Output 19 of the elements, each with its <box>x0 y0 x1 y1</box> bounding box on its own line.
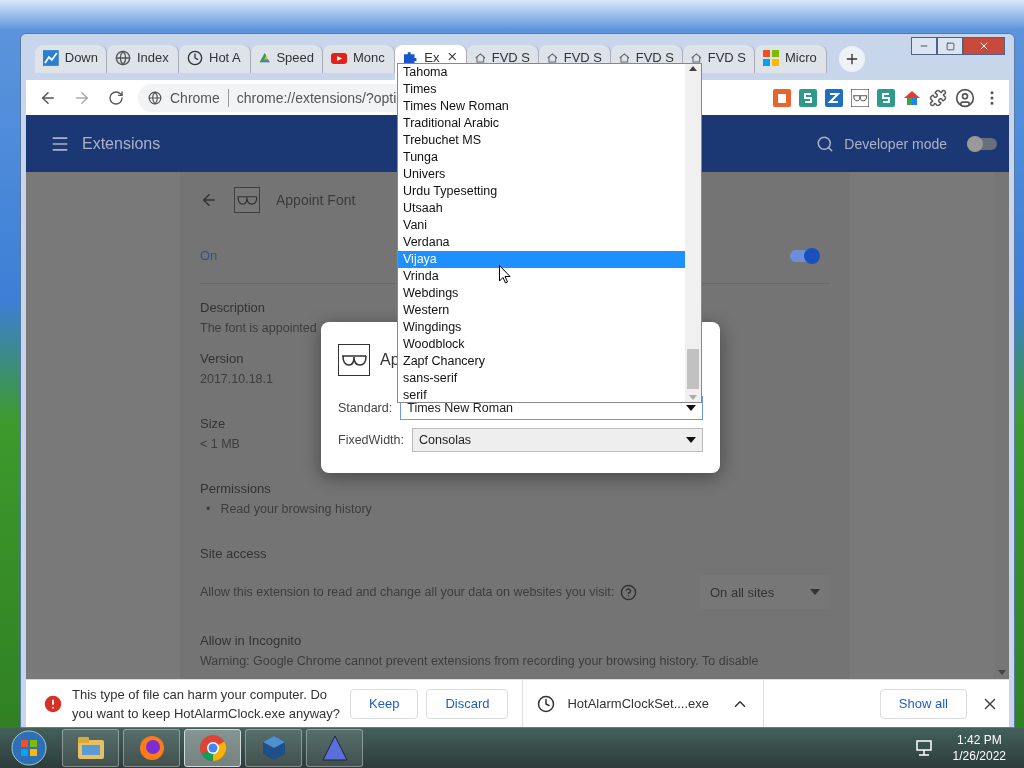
url-text: chrome://extensions/?opti <box>236 89 397 106</box>
status-label: On <box>200 248 218 263</box>
clock-date: 1/26/2022 <box>952 748 1006 764</box>
bullet-marker: • <box>206 501 211 518</box>
section-heading: Permissions <box>200 480 271 498</box>
site-label: Chrome <box>170 89 220 106</box>
section-heading: Version <box>200 350 244 368</box>
section-heading: Size <box>200 415 226 433</box>
clock-time: 1:42 PM <box>956 732 1002 748</box>
section-heading: Site access <box>200 545 267 563</box>
extension-name: Appoint Font <box>276 192 356 208</box>
section-heading: Allow in Incognito <box>200 632 302 650</box>
field-label: FixedWidth: <box>338 433 404 447</box>
field-label: Standard: <box>338 401 393 415</box>
download-file-name: HotAlarmClockSet....exe <box>567 696 710 711</box>
section-heading: Description <box>200 299 266 317</box>
download-warning: This type of file can harm your computer. Do you want to keep HotAlarmClock.exe anyway? <box>72 685 342 723</box>
page-title: Extensions <box>82 134 161 153</box>
developer-mode-label: Developer mode <box>844 135 947 152</box>
